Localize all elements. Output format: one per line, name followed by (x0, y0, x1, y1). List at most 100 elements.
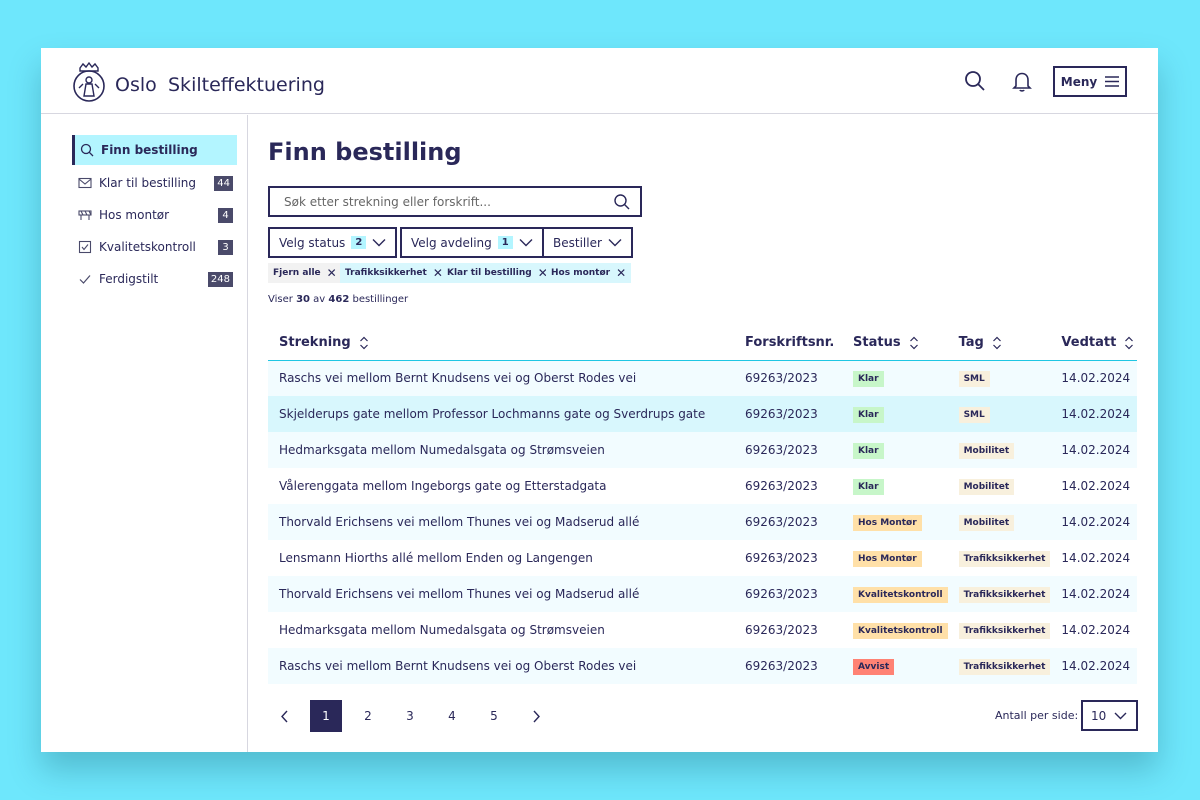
page-button-3[interactable]: 3 (394, 700, 426, 732)
cell-vedtatt: 14.02.2024 (1050, 504, 1137, 540)
cell-vedtatt: 14.02.2024 (1061, 551, 1131, 565)
column-header-strekning[interactable]: Strekning (268, 326, 734, 361)
cell-tag: Trafikksikkerhet (948, 612, 1051, 648)
bell-icon[interactable] (1010, 69, 1034, 93)
page-title: Finn bestilling (268, 138, 462, 166)
search-icon (80, 143, 94, 157)
table-row[interactable]: Thorvald Erichsens vei mellom Thunes vei… (268, 504, 1137, 540)
cell-status: Kvalitetskontroll (842, 576, 948, 612)
chip-label: Hos montør (551, 268, 611, 278)
search-icon[interactable] (963, 69, 987, 93)
filter-count-badge: 2 (351, 236, 367, 249)
page-button-1[interactable]: 1 (310, 700, 342, 732)
column-label: Status (853, 335, 901, 351)
tag-badge: SML (958, 370, 990, 387)
page-button-4[interactable]: 4 (436, 700, 468, 732)
tag-badge: Trafikksikkerhet (958, 622, 1051, 639)
cell-status: Klar (842, 468, 948, 504)
table-row[interactable]: Hedmarksgata mellom Numedalsgata og Strø… (268, 612, 1137, 648)
tag-badge: Trafikksikkerhet (958, 658, 1051, 675)
chevron-down-icon (372, 239, 386, 247)
cell-tag: Trafikksikkerhet (947, 648, 1051, 684)
cell-forskriftsnr: 69263/2023 (745, 551, 818, 565)
cell-status: Klar (842, 396, 948, 432)
cell-strekning: Lensmann Hiorths allé mellom Enden og La… (279, 551, 593, 565)
chip-label: Trafikksikkerhet (345, 268, 427, 278)
chevron-right-icon (532, 710, 540, 722)
cell-tag: Mobilitet (948, 468, 1051, 504)
column-header-forskriftsnr: Forskriftsnr. (734, 326, 842, 361)
status-badge: Klar (853, 442, 884, 459)
cell-forskriftsnr: 69263/2023 (734, 648, 842, 684)
menu-button[interactable]: Meny (1053, 66, 1127, 97)
check-icon (79, 275, 91, 284)
chip-label: Klar til bestilling (447, 268, 532, 278)
results-middle: av (313, 294, 326, 305)
chip-hos-montor[interactable]: Hos montør ✕ (546, 263, 632, 283)
count-badge: 44 (214, 175, 233, 191)
status-badge: Klar (853, 370, 884, 387)
cell-forskriftsnr: 69263/2023 (734, 396, 842, 432)
column-header-status[interactable]: Status (842, 326, 948, 361)
chip-fjern-alle[interactable]: Fjern alle ✕ (268, 263, 342, 283)
cell-status: Avvist (842, 648, 948, 684)
sidebar-item-finn-bestilling[interactable]: Finn bestilling (72, 135, 237, 165)
sidebar-item-label: Kvalitetskontroll (99, 240, 196, 254)
barrier-icon (78, 210, 92, 220)
sort-icon (992, 336, 1001, 350)
previous-page-button[interactable] (268, 700, 300, 732)
cell-strekning: Skjelderups gate mellom Professor Lochma… (268, 396, 734, 432)
cell-forskriftsnr: 69263/2023 (734, 432, 842, 468)
avdeling-filter-dropdown[interactable]: Velg avdeling 1 (400, 227, 544, 258)
sidebar-item-ferdigstilt[interactable]: Ferdigstilt 248 (72, 264, 237, 294)
sidebar-item-label: Hos montør (99, 208, 170, 222)
column-header-tag[interactable]: Tag (947, 326, 1051, 361)
column-header-vedtatt[interactable]: Vedtatt (1050, 326, 1137, 361)
chip-trafikksikkerhet[interactable]: Trafikksikkerhet ✕ (340, 263, 448, 283)
oslo-logo-icon[interactable] (71, 60, 107, 104)
status-filter-dropdown[interactable]: Velg status 2 (268, 227, 398, 258)
table-row[interactable]: Skjelderups gate mellom Professor Lochma… (268, 396, 1137, 432)
cell-strekning: Hedmarksgata mellom Numedalsgata og Strø… (279, 623, 605, 637)
table-row[interactable]: Vålerenggata mellom Ingeborgs gate og Et… (268, 468, 1137, 504)
pagination: 1 2 3 4 5 (268, 700, 562, 732)
sidebar-item-klar-til-bestilling[interactable]: Klar til bestilling 44 (72, 168, 237, 198)
chip-label: Fjern alle (273, 268, 321, 278)
tag-badge: Mobilitet (958, 514, 1015, 531)
table-row[interactable]: Thorvald Erichsens vei mellom Thunes vei… (268, 576, 1137, 612)
sort-icon (909, 336, 918, 350)
column-label: Strekning (279, 335, 351, 351)
column-label: Vedtatt (1061, 335, 1117, 351)
sidebar-item-hos-montor[interactable]: Hos montør 4 (72, 200, 237, 230)
search-input[interactable] (284, 194, 613, 209)
page-button-2[interactable]: 2 (352, 700, 384, 732)
cell-strekning: Thorvald Erichsens vei mellom Thunes vei… (268, 504, 734, 540)
status-badge: Avvist (853, 658, 895, 675)
sort-icon (359, 336, 368, 350)
table-header-row: Strekning Forskriftsnr. Status Tag Vedta… (268, 326, 1137, 361)
status-badge: Hos Montør (853, 550, 922, 567)
table-row[interactable]: Raschs vei mellom Bernt Knudsens vei og … (268, 648, 1137, 684)
next-page-button[interactable] (520, 700, 552, 732)
cell-vedtatt: 14.02.2024 (1050, 648, 1137, 684)
checkbox-icon (78, 240, 92, 254)
chevron-down-icon (519, 239, 533, 247)
cell-vedtatt: 14.02.2024 (1050, 432, 1137, 468)
close-icon: ✕ (326, 266, 337, 280)
search-icon[interactable] (613, 193, 631, 211)
cell-strekning: Vålerenggata mellom Ingeborgs gate og Et… (279, 479, 607, 493)
close-icon: ✕ (616, 266, 627, 280)
bestiller-filter-dropdown[interactable]: Bestiller (542, 227, 633, 258)
table-row[interactable]: Hedmarksgata mellom Numedalsgata og Strø… (268, 432, 1137, 468)
table-row[interactable]: Lensmann Hiorths allé mellom Enden og La… (268, 540, 1137, 576)
cell-tag: SML (947, 396, 1051, 432)
sidebar-item-label: Klar til bestilling (99, 176, 197, 190)
cell-tag: Trafikksikkerhet (947, 576, 1051, 612)
cell-status: Hos Montør (842, 540, 948, 576)
page-button-5[interactable]: 5 (478, 700, 510, 732)
per-page-select[interactable]: 10 (1081, 700, 1138, 731)
sidebar-item-kvalitetskontroll[interactable]: Kvalitetskontroll 3 (72, 232, 237, 262)
table-row[interactable]: Raschs vei mellom Bernt Knudsens vei og … (268, 360, 1137, 396)
chip-klar-til-bestilling[interactable]: Klar til bestilling ✕ (442, 263, 553, 283)
cell-forskriftsnr: 69263/2023 (734, 360, 842, 396)
